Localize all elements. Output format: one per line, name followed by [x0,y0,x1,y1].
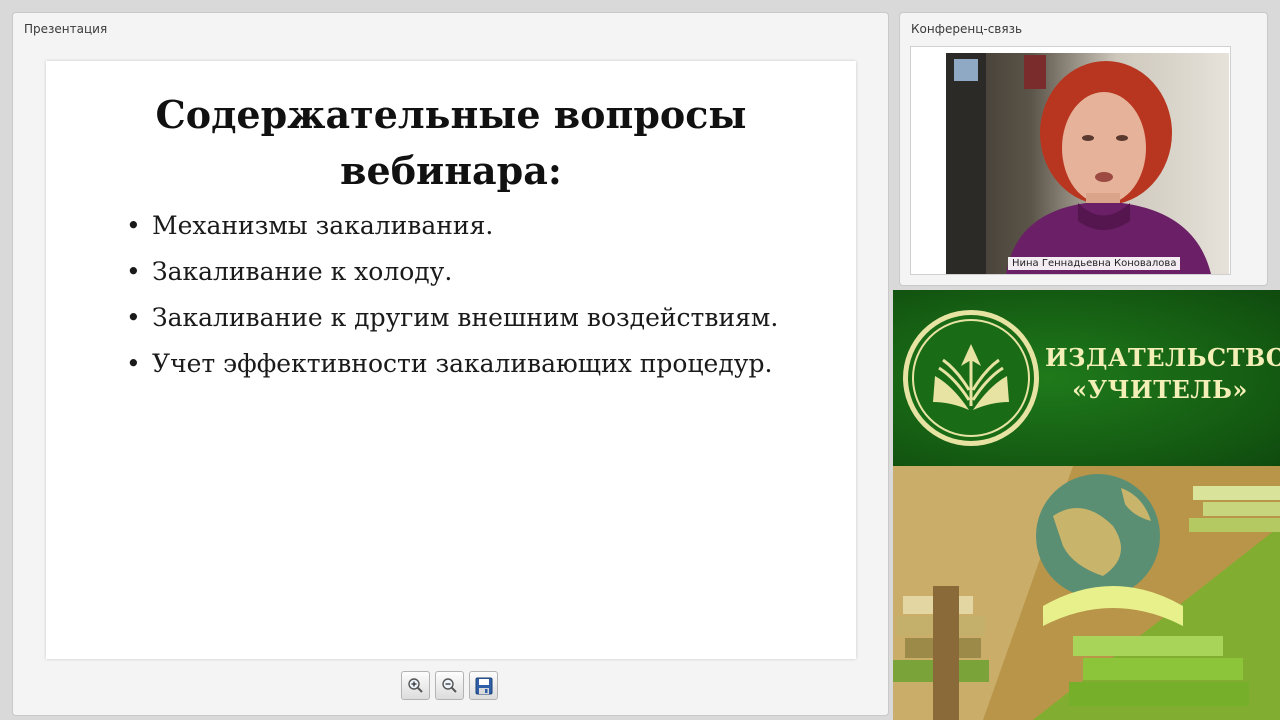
zoom-out-button[interactable] [435,671,464,700]
speaker-video[interactable]: Нина Геннадьевна Коновалова [946,53,1229,274]
bullet-glyph: • [126,303,141,332]
presentation-panel-title: Презентация [24,22,108,36]
publisher-logo-icon [903,310,1039,446]
slide-bullet: • Учет эффективности закаливающих процед… [126,345,786,383]
bullet-text: Закаливание к холоду. [152,257,453,286]
bullet-text: Механизмы закаливания. [152,211,494,240]
bullet-text: Учет эффективности закаливающих процедур… [152,349,773,378]
save-icon [475,677,492,694]
slide-title-line2: вебинара: [340,148,562,193]
books-globe-image [893,466,1280,720]
slide-bullet: • Закаливание к другим внешним воздейств… [126,299,786,337]
publisher-name-line2: «УЧИТЕЛЬ» [1072,375,1248,404]
publisher-name-line1: ИЗДАТЕЛЬСТВО [1045,343,1280,372]
slide-bullet: • Механизмы закаливания. [126,207,786,245]
presentation-panel: Презентация Содержательные вопросы вебин… [12,12,889,716]
zoom-in-button[interactable] [401,671,430,700]
bullet-glyph: • [126,349,141,378]
slide-bullet: • Закаливание к холоду. [126,253,786,291]
speaker-name-label: Нина Геннадьевна Коновалова [1008,257,1181,270]
publisher-banner: ИЗДАТЕЛЬСТВО «УЧИТЕЛЬ» [893,290,1280,466]
slide: Содержательные вопросы вебинара: • Механ… [46,61,856,659]
publisher-name: ИЗДАТЕЛЬСТВО «УЧИТЕЛЬ» [1045,342,1280,406]
save-button[interactable] [469,671,498,700]
video-frame: Нина Геннадьевна Коновалова [910,46,1231,275]
zoom-out-icon [442,678,457,693]
slide-title-line1: Содержательные вопросы [155,92,747,137]
bullet-glyph: • [126,257,141,286]
slide-title: Содержательные вопросы вебинара: [46,87,856,199]
slide-bullet-list: • Механизмы закаливания. • Закаливание к… [126,207,786,391]
bullet-text: Закаливание к другим внешним воздействия… [152,303,779,332]
conference-panel: Конференц-связь Нина Геннадьевна Коновал… [899,12,1268,286]
speaker-portrait-image [946,53,1211,274]
conference-panel-title: Конференц-связь [911,22,1023,36]
zoom-in-icon [408,678,423,693]
bullet-glyph: • [126,211,141,240]
books-globe-illustration [893,466,1280,720]
